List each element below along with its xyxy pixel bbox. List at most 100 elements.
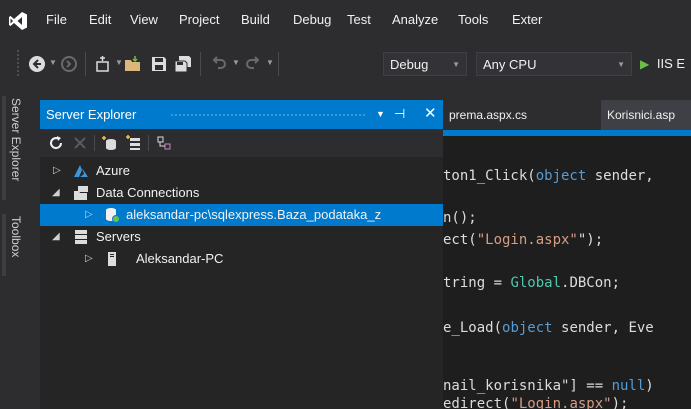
code-line: edirect("Login.aspx"); [443,396,628,409]
connect-server-icon[interactable] [126,135,142,151]
tab-document[interactable]: Korisnici.asp [601,100,691,130]
tree-node-aleksandar-pc[interactable]: ▷ Aleksandar-PC [40,248,443,270]
platform-value: Any CPU [483,57,537,72]
tab-label: prema.aspx.cs [449,108,528,122]
toolbar-separator [94,135,95,151]
code-token: tring = [443,275,511,291]
code-token: "Login.aspx" [510,396,612,409]
panel-title: Server Explorer [46,107,137,122]
connect-database-icon[interactable] [102,135,118,151]
tab-server-explorer[interactable]: Server Explorer [9,98,23,181]
menu-build[interactable]: Build [241,12,270,27]
tab-document[interactable]: prema.aspx.cs [443,100,593,130]
open-folder-icon[interactable] [124,55,142,73]
code-token: sender, [586,168,654,184]
code-token: object [502,320,553,336]
back-icon[interactable] [28,55,46,73]
tree-node-database-connection[interactable]: ▷ aleksandar-pc\sqlexpress.Baza_podataka… [40,204,443,226]
new-project-icon[interactable] [94,55,112,73]
save-icon[interactable] [150,55,168,73]
menu-extensions[interactable]: Exter [512,12,542,27]
undo-dropdown-icon[interactable]: ▼ [232,58,240,67]
tree-node-azure[interactable]: ▷ Azure [40,160,443,182]
document-tabs: prema.aspx.cs Korisnici.asp [443,100,691,130]
tree-node-label: Servers [96,229,141,244]
menu-test[interactable]: Test [347,12,371,27]
menu-bar: File Edit View Project Build Debug Test … [0,0,691,44]
tree-node-data-connections[interactable]: ◢ Data Connections [40,182,443,204]
tree-node-label: Azure [96,163,130,178]
code-token: "Login.aspx" [476,232,578,248]
code-line: ton1_Click(object sender, [443,168,654,184]
menu-project[interactable]: Project [179,12,219,27]
forward-icon[interactable] [60,55,78,73]
collapse-icon[interactable]: ◢ [52,231,60,242]
toolbar-separator [200,52,201,76]
auto-hide-pin-icon[interactable]: ⊣ [394,106,405,122]
code-line: tring = Global.DBCon; [443,275,620,291]
redo-icon[interactable] [244,55,262,73]
redo-dropdown-icon[interactable]: ▼ [266,58,274,67]
side-tool-tabs: Server Explorer Toolbox [0,84,38,409]
connect-azure-icon[interactable] [156,135,172,151]
code-token: sender, Eve [552,320,654,336]
tree-node-servers[interactable]: ◢ Servers [40,226,443,248]
play-icon: ▶ [640,57,650,71]
code-editor[interactable]: ton1_Click(object sender, n(); ect("Login.… [443,130,691,409]
code-token: "); [577,232,604,248]
active-tab-strip [443,130,691,136]
toolbar-separator [278,52,279,76]
tab-label: Korisnici.asp [607,108,676,122]
server-explorer-panel: Server Explorer ▼ ⊣ ✕ ▷ Azure ◢ Data Con… [40,100,443,409]
code-token: ect( [443,232,477,248]
code-token: n(); [443,210,477,226]
run-target-label: IIS E [656,56,686,71]
menu-file[interactable]: File [46,12,67,27]
menu-view[interactable]: View [130,12,158,27]
solution-configuration-select[interactable]: Debug ▼ [383,52,467,76]
expand-icon[interactable]: ▷ [85,209,93,220]
title-grip [170,113,365,118]
code-line: n(); [443,210,477,226]
stop-refresh-icon[interactable] [72,135,88,151]
code-token: null [611,378,646,394]
code-token: .DBCon; [561,275,621,291]
code-line: ect("Login.aspx""); [443,232,603,248]
collapse-icon[interactable]: ◢ [52,187,60,198]
back-dropdown-icon[interactable]: ▼ [49,58,57,67]
expand-icon[interactable]: ▷ [85,253,93,264]
menu-analyze[interactable]: Analyze [392,12,438,27]
tab-toolbox[interactable]: Toolbox [9,216,23,257]
tab-indicator [2,96,6,200]
configuration-value: Debug [390,57,429,72]
close-icon[interactable]: ✕ [424,104,437,122]
menu-tools[interactable]: Tools [458,12,488,27]
refresh-icon[interactable] [48,135,64,151]
toolbar-separator [148,135,149,151]
azure-icon [74,165,88,177]
standard-toolbar: ▼ ▼ ▼ ▼ Debug ▼ Any CPU ▼ ▶ IIS E [0,44,691,84]
save-all-icon[interactable] [174,55,192,73]
menu-debug[interactable]: Debug [293,12,331,27]
panel-title-bar[interactable]: Server Explorer ▼ ⊣ ✕ [40,100,443,129]
undo-icon[interactable] [210,55,228,73]
data-connections-icon [74,186,88,200]
new-dropdown-icon[interactable]: ▼ [115,58,123,67]
start-debugging-button[interactable]: ▶ IIS E [640,52,691,76]
chevron-down-icon: ▼ [617,60,625,69]
toolbar-grip[interactable] [16,49,20,77]
window-position-dropdown-icon[interactable]: ▼ [376,109,385,119]
chevron-down-icon: ▼ [452,60,460,69]
code-token: e_Load( [443,320,503,336]
visual-studio-logo-icon [9,12,27,30]
tree-node-label: Aleksandar-PC [136,251,224,266]
menu-edit[interactable]: Edit [89,12,111,27]
expand-icon[interactable]: ▷ [53,165,61,176]
tree-node-label: aleksandar-pc\sqlexpress.Baza_podataka_z [126,207,382,222]
database-connection-icon [106,208,120,223]
tab-indicator [2,214,6,276]
code-token: ); [611,396,629,409]
solution-platform-select[interactable]: Any CPU ▼ [476,52,632,76]
server-icon [108,252,116,266]
code-line: e_Load(object sender, Eve [443,320,654,336]
